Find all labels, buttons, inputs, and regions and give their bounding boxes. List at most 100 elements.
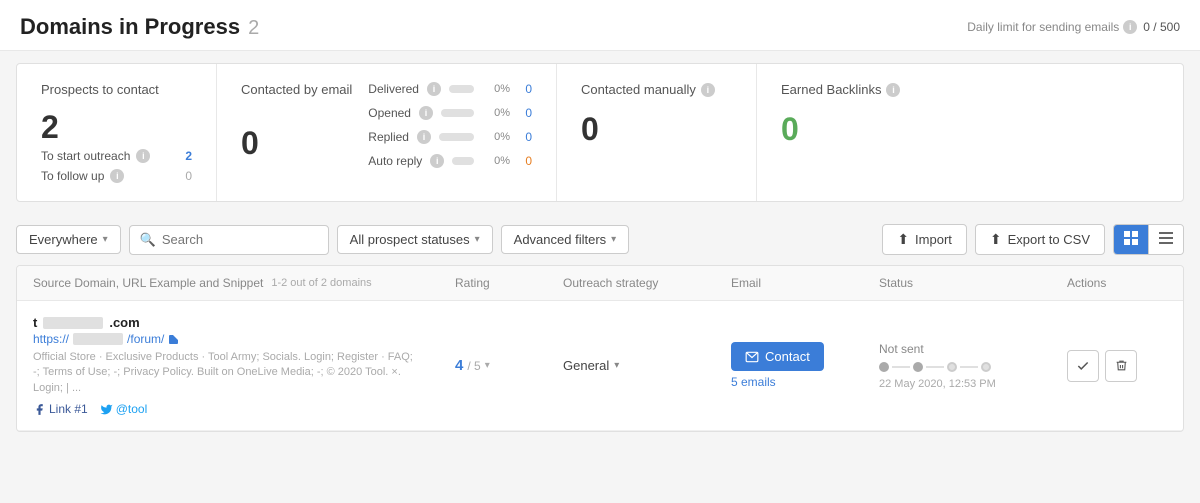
auto-reply-num: 0 <box>518 154 532 168</box>
status-date: 22 May 2020, 12:53 PM <box>879 378 1059 390</box>
grid-view-button[interactable] <box>1114 225 1149 254</box>
trash-icon <box>1115 359 1128 372</box>
strategy-dropdown[interactable]: General ▾ <box>563 358 723 373</box>
contacted-email-total: 0 <box>241 127 352 159</box>
replied-bar-wrap <box>439 133 474 141</box>
check-action-button[interactable] <box>1067 350 1099 382</box>
domain-redacted <box>43 317 103 329</box>
col-domain: Source Domain, URL Example and Snippet 1… <box>33 276 447 290</box>
prospects-section: Prospects to contact 2 To start outreach… <box>17 64 217 201</box>
to-follow-up-info-icon[interactable]: i <box>110 169 124 183</box>
to-start-outreach-label: To start outreach <box>41 149 130 163</box>
contacted-manually-info-icon[interactable]: i <box>701 83 715 97</box>
check-icon <box>1076 359 1090 373</box>
import-button[interactable]: ⬆ Import <box>882 224 967 255</box>
daily-limit-value: 0 / 500 <box>1143 20 1180 34</box>
contacted-manually-total: 0 <box>581 111 732 148</box>
earned-backlinks-info-icon[interactable]: i <box>886 83 900 97</box>
prospect-status-chevron-icon: ▾ <box>475 234 480 245</box>
advanced-filters-dropdown[interactable]: Advanced filters ▾ <box>501 225 630 254</box>
daily-limit-label: Daily limit for sending emails i <box>967 20 1137 34</box>
replied-row: Replied i 0% 0 <box>368 130 532 144</box>
delete-action-button[interactable] <box>1105 350 1137 382</box>
status-line-2 <box>926 366 944 368</box>
replied-pct: 0% <box>482 131 510 143</box>
email-cell: Contact 5 emails <box>731 342 871 389</box>
everywhere-dropdown[interactable]: Everywhere ▾ <box>16 225 121 254</box>
export-csv-button[interactable]: ⬆ Export to CSV <box>975 224 1105 255</box>
to-start-outreach-row: To start outreach i 2 <box>41 149 192 163</box>
everywhere-label: Everywhere <box>29 232 98 247</box>
opened-num: 0 <box>518 106 532 120</box>
export-label: Export to CSV <box>1008 232 1090 247</box>
col-rating: Rating <box>455 276 555 290</box>
delivered-info-icon[interactable]: i <box>427 82 441 96</box>
email-icon <box>745 350 759 364</box>
opened-pct: 0% <box>482 107 510 119</box>
prospect-status-label: All prospect statuses <box>350 232 470 247</box>
prospect-status-dropdown[interactable]: All prospect statuses ▾ <box>337 225 493 254</box>
page-title: Domains in Progress <box>20 14 240 40</box>
delivered-label: Delivered <box>368 82 419 96</box>
status-dot-3 <box>947 362 957 372</box>
status-line-3 <box>960 366 978 368</box>
domain-snippet: Official Store · Exclusive Products · To… <box>33 350 413 396</box>
list-view-button[interactable] <box>1149 225 1183 254</box>
rating-cell: 4 / 5 ▾ <box>455 357 555 374</box>
col-status: Status <box>879 276 1059 290</box>
list-view-icon <box>1159 231 1173 245</box>
status-cell: Not sent 22 May 2020, 12:53 PM <box>879 342 1059 390</box>
search-wrap: 🔍 <box>129 225 329 255</box>
page-title-wrap: Domains in Progress 2 <box>20 14 259 40</box>
facebook-link[interactable]: Link #1 <box>33 402 88 416</box>
twitter-link[interactable]: @tool <box>100 402 148 416</box>
prospects-title: Prospects to contact <box>41 82 192 97</box>
contacted-manually-title: Contacted manually i <box>581 82 732 97</box>
domains-table: Source Domain, URL Example and Snippet 1… <box>16 265 1184 432</box>
status-line-1 <box>892 366 910 368</box>
domain-url[interactable]: https:///forum/ <box>33 332 447 346</box>
col-strategy: Outreach strategy <box>563 276 723 290</box>
search-icon: 🔍 <box>140 232 156 248</box>
replied-label: Replied <box>368 130 409 144</box>
opened-info-icon[interactable]: i <box>419 106 433 120</box>
daily-limit: Daily limit for sending emails i 0 / 500 <box>967 20 1180 34</box>
external-link-icon <box>168 333 180 345</box>
search-input[interactable] <box>162 232 318 247</box>
page-header: Domains in Progress 2 Daily limit for se… <box>0 0 1200 51</box>
to-start-outreach-value: 2 <box>185 149 192 163</box>
domain-cell: t.com https:///forum/ Official Store · E… <box>33 315 447 416</box>
status-dot-2 <box>913 362 923 372</box>
daily-limit-info-icon[interactable]: i <box>1123 20 1137 34</box>
delivered-row: Delivered i 0% 0 <box>368 82 532 96</box>
import-icon: ⬆ <box>897 231 909 248</box>
delivered-num: 0 <box>518 82 532 96</box>
to-follow-up-value: 0 <box>185 169 192 183</box>
page-wrapper: Domains in Progress 2 Daily limit for se… <box>0 0 1200 503</box>
contacted-rows: Delivered i 0% 0 Opened i 0% 0 Replied i <box>368 82 532 183</box>
contact-button[interactable]: Contact <box>731 342 824 371</box>
auto-reply-pct: 0% <box>482 155 510 167</box>
view-toggle <box>1113 224 1184 255</box>
url-redacted <box>73 333 123 345</box>
stats-panel: Prospects to contact 2 To start outreach… <box>16 63 1184 202</box>
everywhere-chevron-icon: ▾ <box>103 234 108 245</box>
opened-label: Opened <box>368 106 411 120</box>
domain-links: Link #1 @tool <box>33 402 447 416</box>
advanced-filters-label: Advanced filters <box>514 232 607 247</box>
prospects-total: 2 <box>41 111 192 143</box>
earned-backlinks-title: Earned Backlinks i <box>781 82 1159 97</box>
status-dot-4 <box>981 362 991 372</box>
replied-info-icon[interactable]: i <box>417 130 431 144</box>
replied-num: 0 <box>518 130 532 144</box>
strategy-label: General <box>563 358 609 373</box>
rating-chevron-icon[interactable]: ▾ <box>485 360 490 371</box>
import-label: Import <box>915 232 952 247</box>
auto-reply-info-icon[interactable]: i <box>430 154 444 168</box>
to-start-outreach-info-icon[interactable]: i <box>136 149 150 163</box>
opened-bar-wrap <box>441 109 474 117</box>
strategy-cell: General ▾ <box>563 358 723 373</box>
auto-reply-label: Auto reply <box>368 154 422 168</box>
page-count: 2 <box>248 17 259 40</box>
earned-backlinks-total: 0 <box>781 111 1159 148</box>
